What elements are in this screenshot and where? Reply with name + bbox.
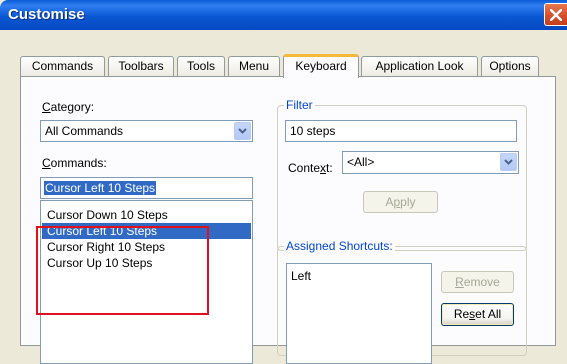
context-value: <All> — [347, 155, 375, 169]
commands-search-value: Cursor Left 10 Steps — [44, 181, 157, 195]
shortcuts-list[interactable]: Left — [286, 263, 432, 364]
title-bar[interactable]: Customise — [0, 0, 567, 30]
context-label: Context: — [288, 161, 333, 175]
dialog-client: Commands Toolbars Tools Menu Keyboard Ap… — [0, 30, 567, 364]
commands-label: Commands: — [42, 156, 107, 170]
apply-button[interactable]: Apply — [363, 191, 438, 213]
filter-group-title: Filter — [284, 98, 315, 112]
category-dropdown-button[interactable] — [234, 122, 251, 140]
tab-label: Keyboard — [295, 59, 347, 73]
tab-options[interactable]: Options — [481, 56, 539, 77]
tab-application-look[interactable]: Application Look — [361, 56, 478, 77]
highlight-annotation-box — [36, 226, 209, 315]
tab-keyboard[interactable]: Keyboard — [283, 54, 359, 78]
chevron-down-icon — [504, 159, 513, 165]
tab-tools[interactable]: Tools — [177, 56, 225, 77]
commands-search-input[interactable]: Cursor Left 10 Steps — [40, 177, 253, 199]
close-button[interactable] — [544, 3, 567, 26]
tab-label: Options — [489, 59, 531, 73]
chevron-down-icon — [238, 128, 247, 134]
tab-label: Tools — [186, 59, 215, 73]
remove-button[interactable]: Remove — [441, 271, 514, 293]
tab-menu[interactable]: Menu — [228, 56, 280, 77]
filter-input[interactable]: 10 steps — [285, 120, 517, 142]
tab-commands[interactable]: Commands — [20, 56, 105, 77]
close-icon — [550, 9, 562, 21]
tab-label: Menu — [238, 59, 270, 73]
list-item[interactable]: Cursor Down 10 Steps — [42, 207, 251, 223]
window-title: Customise — [8, 6, 85, 23]
shortcut-item[interactable]: Left — [288, 268, 430, 284]
filter-value: 10 steps — [290, 124, 336, 138]
tab-toolbars[interactable]: Toolbars — [108, 56, 174, 77]
tab-label: Application Look — [375, 59, 464, 73]
reset-all-button[interactable]: Reset All — [441, 303, 514, 326]
category-select[interactable]: All Commands — [40, 120, 253, 142]
category-value: All Commands — [45, 124, 124, 138]
assigned-shortcuts-title: Assigned Shortcuts: — [284, 239, 395, 253]
context-select[interactable]: <All> — [342, 151, 519, 174]
tab-label: Toolbars — [118, 59, 164, 73]
category-label: Category: — [42, 100, 95, 114]
tab-label: Commands — [31, 59, 94, 73]
context-dropdown-button[interactable] — [500, 153, 517, 171]
